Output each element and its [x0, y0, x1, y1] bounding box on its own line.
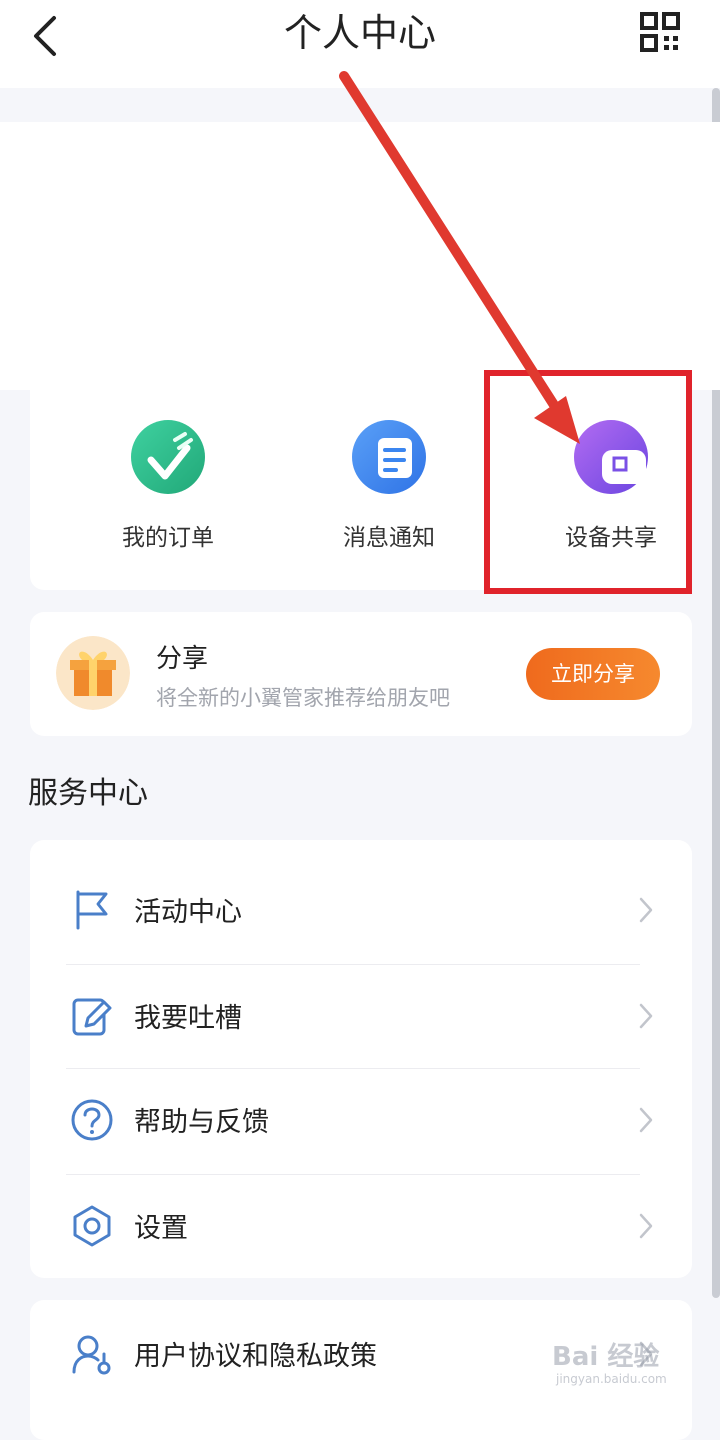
- annotation-highlight-box: [484, 370, 692, 594]
- chevron-right-icon: [639, 1003, 653, 1029]
- qr-code-icon[interactable]: [640, 12, 680, 52]
- page-title: 个人中心: [283, 11, 436, 55]
- gift-icon: [56, 636, 130, 710]
- share-now-button[interactable]: 立即分享: [526, 648, 660, 700]
- chevron-right-icon: [639, 897, 653, 923]
- watermark-url: jingyan.baidu.com: [556, 1372, 667, 1386]
- menu-item-label: 活动中心: [134, 897, 242, 928]
- baidu-watermark: Bai 经验 jingyan.baidu.com: [552, 1332, 692, 1396]
- menu-item-label: 帮助与反馈: [134, 1107, 269, 1138]
- shortcut-my-orders[interactable]: 我的订单: [78, 420, 258, 552]
- menu-item-activity[interactable]: 活动中心: [30, 858, 692, 962]
- edit-note-icon: [72, 998, 112, 1036]
- chevron-right-icon: [639, 1213, 653, 1239]
- watermark-text: Bai 经验: [552, 1342, 660, 1372]
- chevron-right-icon: [639, 1107, 653, 1133]
- service-menu: 活动中心 我要吐槽 帮助与反馈 设置: [30, 840, 692, 1278]
- shortcut-label: 消息通知: [343, 525, 435, 551]
- message-icon: [352, 420, 426, 494]
- share-card: 分享 将全新的小翼管家推荐给朋友吧 立即分享: [30, 612, 692, 736]
- help-icon: [71, 1099, 113, 1141]
- share-title: 分享: [156, 644, 209, 674]
- menu-item-help[interactable]: 帮助与反馈: [30, 1068, 692, 1172]
- section-title-service: 服务中心: [28, 776, 148, 811]
- menu-item-label: 我要吐槽: [134, 1003, 242, 1034]
- menu-item-label: 设置: [134, 1213, 188, 1244]
- shortcut-messages[interactable]: 消息通知: [299, 420, 479, 552]
- share-subtitle: 将全新的小翼管家推荐给朋友吧: [156, 686, 450, 710]
- menu-item-settings[interactable]: 设置: [30, 1174, 692, 1278]
- order-icon: [131, 420, 205, 494]
- settings-hexagon-icon: [73, 1205, 111, 1247]
- menu-item-feedback-complaint[interactable]: 我要吐槽: [30, 964, 692, 1068]
- user-policy-icon: [72, 1335, 111, 1375]
- top-bar: 个人中心: [0, 0, 720, 88]
- shortcut-label: 我的订单: [122, 525, 214, 551]
- profile-area: [0, 122, 720, 390]
- flag-icon: [76, 890, 108, 930]
- menu-item-label: 用户协议和隐私政策: [134, 1341, 377, 1372]
